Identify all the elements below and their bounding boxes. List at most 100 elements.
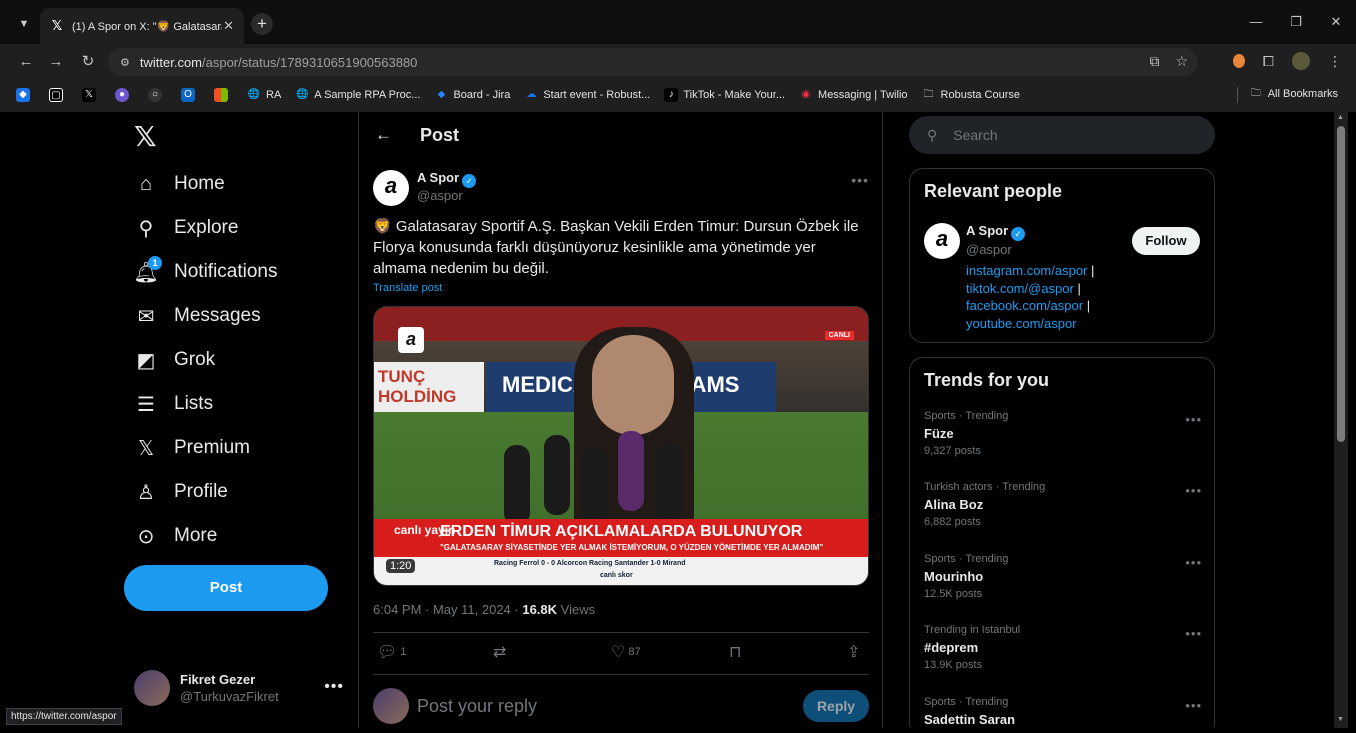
post-actions: 💬︎ 1 ⇄ ♡ 87 ⊓ ⇪ [373, 642, 869, 664]
translate-post-link[interactable]: Translate post [373, 282, 442, 294]
account-switcher[interactable]: Fikret Gezer @TurkuvazFikret ••• [134, 668, 344, 708]
share-action[interactable]: ⇪ [847, 642, 860, 662]
page-scrollbar[interactable]: ▲ ▼ [1334, 112, 1348, 728]
nav-label: Notifications [174, 261, 278, 282]
bookmark-rpa[interactable]: 🌐 A Sample RPA Proc... [295, 88, 420, 102]
bio-link[interactable]: facebook.com/aspor [966, 298, 1083, 313]
person-name: A Spor [966, 223, 1009, 238]
trend-name: #deprem [924, 640, 979, 655]
bookmark-start-event[interactable]: ☁ Start event - Robust... [524, 88, 650, 102]
bookmark-tiktok[interactable]: ♪ TikTok - Make Your... [664, 88, 785, 102]
more-icon[interactable]: ••• [1185, 555, 1202, 570]
site-info-icon[interactable]: ⚙ [120, 56, 130, 69]
bookmark-4[interactable]: ● [115, 88, 134, 102]
person-name-row[interactable]: A Spor ✓ [966, 223, 1026, 241]
follow-button[interactable]: Follow [1132, 227, 1200, 255]
scroll-down-icon[interactable]: ▼ [1337, 716, 1344, 723]
trend-name: Füze [924, 426, 954, 441]
more-icon[interactable]: ••• [851, 172, 869, 188]
bio-link[interactable]: instagram.com/aspor [966, 263, 1087, 278]
close-icon[interactable]: ✕ [223, 18, 234, 34]
nav-label: Premium [174, 437, 251, 458]
back-arrow-icon[interactable]: ← [375, 125, 392, 145]
more-icon[interactable]: ••• [1185, 483, 1202, 498]
more-icon[interactable]: ••• [324, 678, 344, 696]
close-window-icon[interactable]: ✕ [1316, 0, 1356, 44]
nav-grok[interactable]: ◩ Grok [134, 344, 216, 376]
scroll-up-icon[interactable]: ▲ [1337, 114, 1344, 121]
search-input[interactable]: ⚲ Search [909, 116, 1215, 154]
author-name-row[interactable]: A Spor ✓ [417, 170, 477, 188]
globe-icon: 🌐 [296, 89, 309, 100]
repost-action[interactable]: ⇄ [493, 642, 506, 662]
author-handle[interactable]: @aspor [417, 188, 463, 203]
microphone [544, 435, 570, 515]
address-bar[interactable]: ⚙ twitter.com/aspor/status/1789310651900… [108, 48, 1198, 76]
heart-icon: ♡ [611, 644, 626, 661]
new-tab-button[interactable]: + [251, 13, 273, 35]
bio-link[interactable]: youtube.com/aspor [966, 316, 1077, 331]
trend-item[interactable]: Sports · Trending Füze 9,327 posts ••• [924, 410, 1202, 470]
restore-icon[interactable]: ❐ [1276, 0, 1316, 44]
grok-icon: ◩ [136, 349, 156, 372]
more-icon[interactable]: ••• [1185, 698, 1202, 713]
repost-icon: ⇄ [493, 644, 507, 661]
nav-lists[interactable]: ☰ Lists [134, 388, 213, 420]
microphone [656, 443, 682, 523]
trend-item[interactable]: Turkish actors · Trending Alina Boz 6,88… [924, 481, 1202, 541]
more-icon[interactable]: ••• [1185, 626, 1202, 641]
nav-label: Profile [174, 481, 228, 502]
bookmark-star-icon[interactable]: ☆ [1175, 53, 1188, 70]
trend-item[interactable]: Sports · Trending Sadettin Saran ••• [924, 696, 1202, 728]
reply-action[interactable]: 💬︎ 1 [377, 642, 406, 662]
person-icon: ♙ [137, 481, 155, 504]
tab-active[interactable]: 𝕏 (1) A Spor on X: "🦁 Galatasara ✕ [40, 8, 244, 44]
profile-avatar[interactable] [1292, 52, 1310, 70]
more-icon[interactable]: ••• [1185, 412, 1202, 427]
bookmark-6[interactable]: O [181, 88, 200, 102]
trend-item[interactable]: Sports · Trending Mourinho 12.5K posts •… [924, 553, 1202, 613]
nav-explore[interactable]: ⚲ Explore [134, 212, 239, 244]
forward-icon[interactable]: → [46, 52, 66, 72]
post-video[interactable]: TUNÇ HOLDİNG MEDICAN RAMS a CANLI canlı y… [373, 306, 869, 586]
nav-home[interactable]: ⌂ Home [134, 168, 225, 200]
nav-profile[interactable]: ♙ Profile [134, 476, 228, 508]
bookmark-ra[interactable]: 🌐 RA [247, 88, 282, 102]
minimize-icon[interactable]: — [1236, 0, 1276, 44]
bookmark-2[interactable]: ▢ [49, 88, 68, 102]
tab-search-icon[interactable]: ▼ [14, 14, 34, 34]
search-placeholder: Search [953, 127, 998, 143]
extensions-puzzle-icon[interactable]: ⧠ [1263, 53, 1274, 70]
back-icon[interactable]: ← [16, 52, 36, 72]
author-avatar[interactable]: a [373, 170, 409, 206]
bookmark-3[interactable]: 𝕏 [82, 88, 101, 102]
person-avatar[interactable]: a [924, 223, 960, 259]
nav-more[interactable]: ⊙ More [134, 520, 218, 552]
bio-link[interactable]: tiktok.com/@aspor [966, 281, 1074, 296]
browser-menu-icon[interactable]: ⋮ [1328, 53, 1342, 70]
nav-messages[interactable]: ✉ Messages [134, 300, 261, 332]
all-bookmarks[interactable]: 🗀 All Bookmarks [1249, 87, 1338, 101]
bookmark-1[interactable]: ◆ [16, 88, 35, 102]
bookmark-twilio[interactable]: ◉ Messaging | Twilio [799, 88, 908, 102]
post-button[interactable]: Post [124, 565, 328, 611]
reply-button[interactable]: Reply [803, 690, 869, 722]
scroll-thumb[interactable] [1337, 126, 1345, 442]
post-timestamp[interactable]: 6:04 PM · May 11, 2024 · [373, 602, 522, 617]
like-action[interactable]: ♡ 87 [611, 642, 641, 662]
bookmark-7[interactable] [214, 88, 233, 102]
bookmark-action[interactable]: ⊓ [729, 642, 741, 662]
x-logo-icon[interactable]: 𝕏 [134, 120, 157, 153]
bookmark-5[interactable]: ○ [148, 88, 167, 102]
extension-icon[interactable] [1232, 54, 1245, 68]
nav-notifications[interactable]: 🔔︎ 1 Notifications [133, 256, 278, 288]
status-bar-url: https://twitter.com/aspor [6, 708, 122, 725]
reload-icon[interactable]: ↻ [78, 52, 98, 72]
bookmark-jira[interactable]: ◆ Board - Jira [434, 88, 511, 102]
square-icon: ▢ [49, 88, 63, 102]
trend-item[interactable]: Trending in Istanbul #deprem 13.9K posts… [924, 624, 1202, 684]
bookmark-robusta[interactable]: 🗀 Robusta Course [922, 88, 1021, 102]
nav-premium[interactable]: 𝕏 Premium [134, 432, 250, 464]
reply-input[interactable]: Post your reply [417, 696, 537, 717]
install-app-icon[interactable]: ⧉ [1149, 53, 1159, 70]
